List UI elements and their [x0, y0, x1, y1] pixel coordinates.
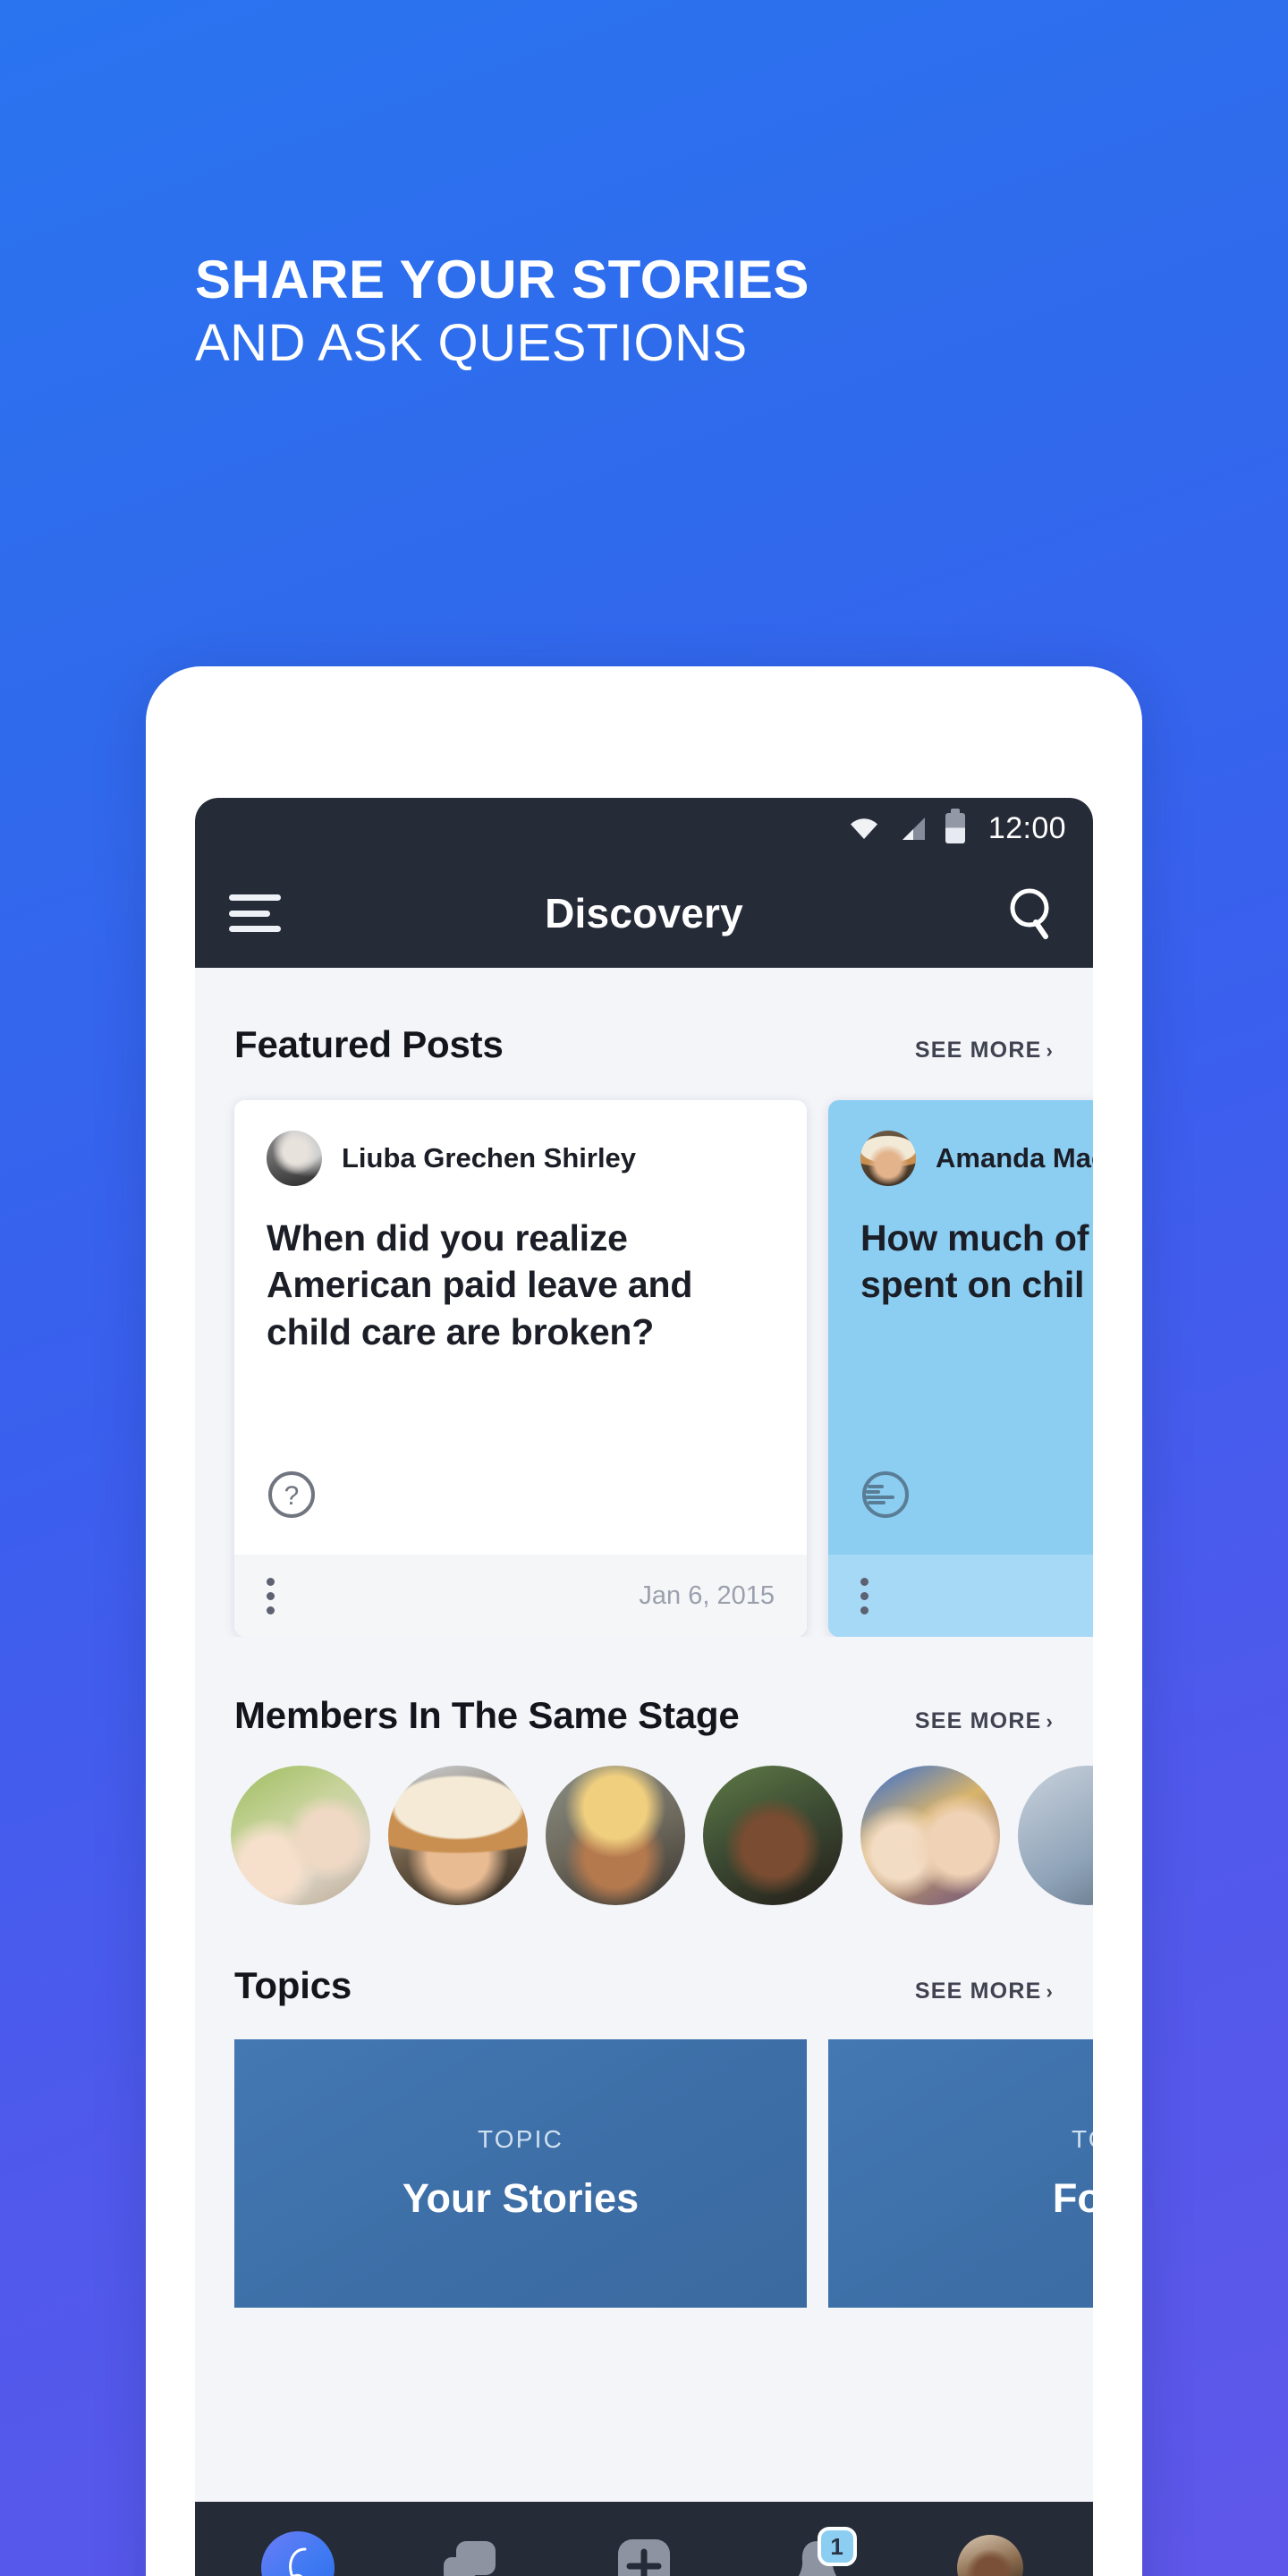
app-logo-icon [260, 2531, 335, 2576]
dot [860, 1606, 869, 1614]
member-avatar[interactable] [703, 1766, 843, 1905]
post-card-body: Amanda MacD How much of monthly inco spe… [828, 1100, 1093, 1555]
more-options-icon[interactable] [860, 1577, 869, 1614]
poll-circle-icon [860, 1470, 1093, 1524]
member-avatar[interactable] [388, 1766, 528, 1905]
promo-headline: SHARE YOUR STORIES AND ASK QUESTIONS [195, 250, 1143, 373]
avatar [267, 1131, 322, 1186]
dot [267, 1577, 275, 1586]
post-question-text: When did you realize American paid leave… [267, 1217, 693, 1352]
members-carousel[interactable] [195, 1737, 1093, 1905]
status-bar: 12:00 [195, 798, 1093, 859]
wifi-icon [849, 817, 879, 840]
status-bar-time: 12:00 [987, 810, 1066, 845]
svg-text:?: ? [284, 1481, 300, 1511]
post-date: Jan 6, 2015 [639, 1580, 775, 1610]
topic-kicker: TOPIC [1071, 2125, 1093, 2153]
featured-posts-carousel[interactable]: Liuba Grechen Shirley When did you reali… [195, 1066, 1093, 1637]
dot [267, 1606, 275, 1614]
more-options-icon[interactable] [267, 1577, 275, 1614]
topics-header: Topics SEE MORE › [195, 1964, 1093, 2007]
post-author-name: Amanda MacD [936, 1142, 1093, 1174]
see-more-label: SEE MORE [914, 1038, 1042, 1063]
chat-bubbles-icon [438, 2536, 503, 2576]
members-see-more-button[interactable]: SEE MORE › [915, 1708, 1054, 1734]
post-author[interactable]: Amanda MacD [860, 1131, 1093, 1186]
hamburger-line [229, 926, 281, 932]
phone-screen: 12:00 Discovery Featured Posts SEE MORE … [195, 798, 1093, 2576]
notification-badge: 1 [817, 2527, 857, 2566]
nav-profile-button[interactable] [947, 2525, 1033, 2576]
topic-card[interactable]: TOPIC Your Stories [234, 2039, 807, 2308]
dot [860, 1577, 869, 1586]
hamburger-line [229, 910, 270, 917]
hamburger-menu-icon[interactable] [229, 894, 281, 932]
topic-title: For Yo [1052, 2175, 1093, 2221]
post-author-name: Liuba Grechen Shirley [342, 1142, 637, 1174]
post-question-text: How much of monthly inco spent on chil [860, 1217, 1093, 1306]
post-card-footer [828, 1555, 1093, 1637]
topic-card[interactable]: TOPIC For Yo [828, 2039, 1093, 2308]
profile-avatar-icon [957, 2535, 1024, 2576]
nav-notifications-button[interactable]: 1 [775, 2525, 860, 2576]
page-title: Discovery [545, 890, 743, 936]
search-icon[interactable] [1005, 886, 1059, 941]
post-author[interactable]: Liuba Grechen Shirley [267, 1131, 775, 1186]
members-title: Members In The Same Stage [234, 1694, 740, 1736]
nav-messages-button[interactable] [428, 2525, 513, 2576]
featured-post-card[interactable]: Amanda MacD How much of monthly inco spe… [828, 1100, 1093, 1637]
battery-icon [945, 809, 965, 843]
topic-title: Your Stories [402, 2175, 640, 2221]
plus-icon [614, 2536, 674, 2576]
promo-screenshot: SHARE YOUR STORIES AND ASK QUESTIONS 12:… [0, 0, 1288, 2576]
bottom-navigation-bar: 1 [195, 2502, 1093, 2576]
promo-headline-primary: SHARE YOUR STORIES [195, 250, 809, 309]
member-avatar[interactable] [231, 1766, 370, 1905]
promo-headline-secondary: AND ASK QUESTIONS [195, 314, 748, 373]
member-avatar[interactable] [546, 1766, 685, 1905]
cell-signal-icon [899, 817, 926, 841]
chevron-right-icon: › [1046, 1039, 1054, 1062]
featured-post-card[interactable]: Liuba Grechen Shirley When did you reali… [234, 1100, 807, 1637]
featured-posts-title: Featured Posts [234, 1023, 504, 1065]
post-card-body: Liuba Grechen Shirley When did you reali… [234, 1100, 807, 1555]
dot [267, 1591, 275, 1600]
phone-mockup: 12:00 Discovery Featured Posts SEE MORE … [146, 666, 1142, 2576]
avatar [860, 1131, 916, 1186]
nav-create-button[interactable] [601, 2525, 687, 2576]
see-more-label: SEE MORE [914, 1708, 1042, 1733]
dot [860, 1591, 869, 1600]
hamburger-line [229, 894, 281, 901]
topic-kicker: TOPIC [477, 2125, 564, 2153]
member-avatar[interactable] [860, 1766, 1000, 1905]
see-more-label: SEE MORE [914, 1979, 1042, 2004]
member-avatar[interactable] [1018, 1766, 1093, 1905]
app-bar: Discovery [195, 859, 1093, 968]
topics-carousel[interactable]: TOPIC Your Stories TOPIC For Yo [195, 2007, 1093, 2308]
nav-home-button[interactable] [255, 2525, 341, 2576]
chevron-right-icon: › [1046, 1710, 1054, 1733]
featured-see-more-button[interactable]: SEE MORE › [915, 1038, 1054, 1063]
chevron-right-icon: › [1046, 1980, 1054, 2003]
topics-title: Topics [234, 1964, 352, 2006]
question-circle-icon: ? [267, 1470, 775, 1524]
featured-posts-header: Featured Posts SEE MORE › [195, 1023, 1093, 1066]
post-card-footer: Jan 6, 2015 [234, 1555, 807, 1637]
topics-see-more-button[interactable]: SEE MORE › [915, 1979, 1054, 2004]
members-header: Members In The Same Stage SEE MORE › [195, 1694, 1093, 1737]
